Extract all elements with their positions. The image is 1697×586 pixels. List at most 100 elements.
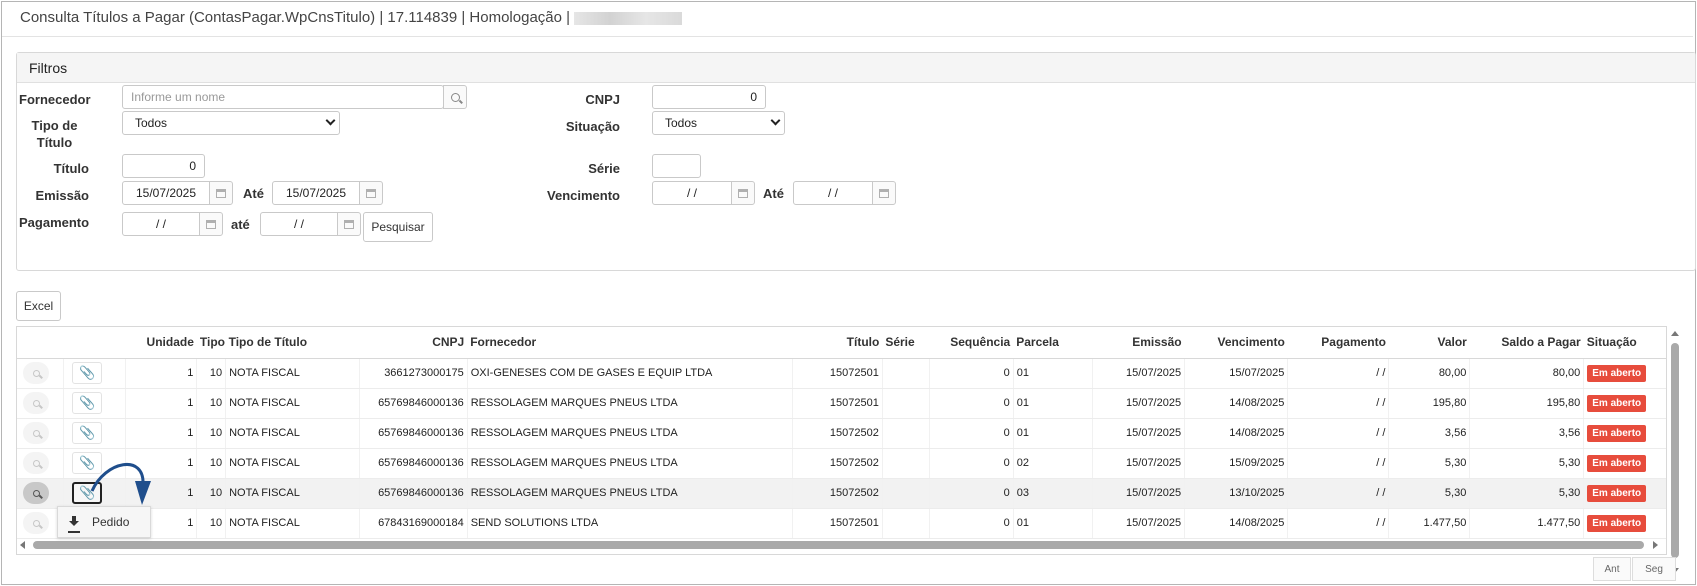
col-serie[interactable]: Série <box>882 327 930 359</box>
status-badge: Em aberto <box>1587 454 1647 472</box>
pesquisar-button[interactable]: Pesquisar <box>363 212 433 242</box>
row-attachment-button[interactable]: 📎 <box>72 392 103 414</box>
vencimento-from-calendar-button[interactable] <box>731 181 755 205</box>
paperclip-icon: 📎 <box>79 485 96 500</box>
popup-item-pedido[interactable]: Pedido <box>92 515 129 529</box>
col-cnpj[interactable]: CNPJ <box>359 327 468 359</box>
paperclip-icon: 📎 <box>79 365 96 380</box>
row-attachment-button[interactable]: 📎 <box>72 362 103 384</box>
vertical-scroll-thumb[interactable] <box>1671 343 1679 558</box>
cell-emissao: 15/07/2025 <box>1091 388 1185 419</box>
pager-next-button[interactable]: Seg <box>1632 557 1676 581</box>
vencimento-from-input[interactable]: / / <box>652 181 732 205</box>
titulo-input[interactable]: 0 <box>122 154 205 178</box>
row-attachment-button[interactable]: 📎 <box>72 452 103 474</box>
col-situacao[interactable]: Situação <box>1583 327 1666 359</box>
horizontal-scrollbar[interactable] <box>17 540 1658 550</box>
status-badge: Em aberto <box>1587 514 1647 532</box>
cell-situacao: Em aberto <box>1583 448 1666 479</box>
cell-serie <box>881 478 930 509</box>
emissao-label: Emissão <box>35 188 89 203</box>
pagamento-from-input[interactable]: / / <box>122 212 200 236</box>
col-valor[interactable]: Valor <box>1388 327 1470 359</box>
tipo-titulo-select[interactable]: Todos <box>122 111 340 135</box>
col-unidade[interactable]: Unidade <box>125 327 197 359</box>
cnpj-input[interactable]: 0 <box>652 85 766 109</box>
vertical-scrollbar[interactable] <box>1668 326 1682 582</box>
row-view-button[interactable] <box>23 452 49 474</box>
situacao-select[interactable]: Todos <box>652 111 785 135</box>
table-row[interactable]: 📎110NOTA FISCAL67843169000184SEND SOLUTI… <box>17 508 1666 539</box>
pagamento-to-calendar-button[interactable] <box>337 212 361 236</box>
col-titulo[interactable]: Título <box>792 327 883 359</box>
status-badge: Em aberto <box>1587 484 1647 502</box>
emissao-from-input[interactable]: 15/07/2025 <box>122 181 210 205</box>
col-emissao[interactable]: Emissão <box>1092 327 1185 359</box>
titulo-label: Título <box>53 161 89 176</box>
cell-unidade: 1 <box>125 388 197 419</box>
status-badge: Em aberto <box>1587 364 1647 382</box>
cell-emissao: 15/07/2025 <box>1091 418 1185 449</box>
horizontal-scroll-thumb[interactable] <box>33 541 1644 549</box>
row-view-button[interactable] <box>23 512 49 534</box>
excel-button[interactable]: Excel <box>16 291 61 321</box>
situacao-value: Todos <box>665 116 698 130</box>
tipo-titulo-label: Tipo de Título <box>31 118 78 150</box>
row-attachment-button[interactable]: 📎 <box>72 482 103 504</box>
vencimento-to-calendar-button[interactable] <box>872 181 896 205</box>
scroll-left-icon[interactable] <box>20 541 25 549</box>
row-view-button[interactable] <box>23 422 49 444</box>
emissao-to-calendar-button[interactable] <box>359 181 383 205</box>
cell-unidade: 1 <box>125 418 197 449</box>
emissao-to-input[interactable]: 15/07/2025 <box>272 181 360 205</box>
emissao-from-calendar-button[interactable] <box>209 181 233 205</box>
table-row[interactable]: 📎 1 10 NOTA FISCAL 65769846000136 RESSOLAGEM … <box>17 478 1666 509</box>
fornecedor-input[interactable]: Informe um nome <box>122 85 444 109</box>
scroll-up-icon[interactable] <box>1671 331 1679 336</box>
row-view-button[interactable] <box>23 362 49 384</box>
attachment-popup-menu[interactable]: Pedido <box>57 506 151 538</box>
vencimento-to-label: Até <box>763 186 784 201</box>
col-vencimento[interactable]: Vencimento <box>1184 327 1288 359</box>
cell-serie <box>881 388 930 419</box>
cell-situacao: Em aberto <box>1583 388 1666 419</box>
serie-input[interactable] <box>652 154 701 178</box>
vencimento-to-input[interactable]: / / <box>793 181 873 205</box>
scroll-right-icon[interactable] <box>1653 541 1658 549</box>
cell-tipo: 10 <box>196 478 226 509</box>
col-sequencia[interactable]: Sequência <box>929 327 1014 359</box>
cell-attachment-action: 📎 <box>63 448 126 479</box>
cell-valor: 195,80 <box>1388 388 1470 419</box>
cell-cnpj: 3661273000175 <box>359 358 468 389</box>
cell-pagamento: / / <box>1287 478 1389 509</box>
pager-prev-button[interactable]: Ant <box>1593 557 1631 581</box>
cell-saldo: 80,00 <box>1469 358 1584 389</box>
cell-emissao: 15/07/2025 <box>1091 448 1185 479</box>
cell-parcela: 03 <box>1012 478 1092 509</box>
cell-attachment-action: 📎 <box>63 418 126 449</box>
fornecedor-search-button[interactable] <box>443 85 467 109</box>
col-pagamento[interactable]: Pagamento <box>1287 327 1389 359</box>
filters-heading: Filtros <box>17 53 1695 83</box>
cell-emissao: 15/07/2025 <box>1091 478 1185 509</box>
col-fornecedor[interactable]: Fornecedor <box>467 327 793 359</box>
cell-emissao: 15/07/2025 <box>1091 358 1185 389</box>
col-saldo[interactable]: Saldo a Pagar <box>1469 327 1584 359</box>
row-attachment-button[interactable]: 📎 <box>72 422 103 444</box>
cell-titulo: 15072501 <box>792 508 883 539</box>
row-view-button[interactable] <box>23 392 49 414</box>
table-row[interactable]: 📎 1 10 NOTA FISCAL 65769846000136 RESSOLAGEM … <box>17 388 1666 419</box>
col-parcela[interactable]: Parcela <box>1013 327 1092 359</box>
cell-valor: 5,30 <box>1388 448 1470 479</box>
table-row[interactable]: 📎 1 10 NOTA FISCAL 3661273000175 OXI-GENESES … <box>17 358 1666 389</box>
cell-situacao: Em aberto <box>1583 508 1666 539</box>
table-row[interactable]: 📎 1 10 NOTA FISCAL 65769846000136 RESSOLAGEM … <box>17 418 1666 449</box>
col-tipo[interactable]: Tipo <box>196 327 226 359</box>
pagamento-to-input[interactable]: / / <box>260 212 338 236</box>
row-view-button[interactable] <box>23 482 49 504</box>
table-row[interactable]: 📎 1 10 NOTA FISCAL 65769846000136 RESSOLAGEM … <box>17 448 1666 479</box>
cell-search-action <box>17 478 64 509</box>
cell-unidade: 1 <box>125 478 197 509</box>
col-tipo-titulo[interactable]: Tipo de Título <box>225 327 360 359</box>
pagamento-from-calendar-button[interactable] <box>199 212 223 236</box>
